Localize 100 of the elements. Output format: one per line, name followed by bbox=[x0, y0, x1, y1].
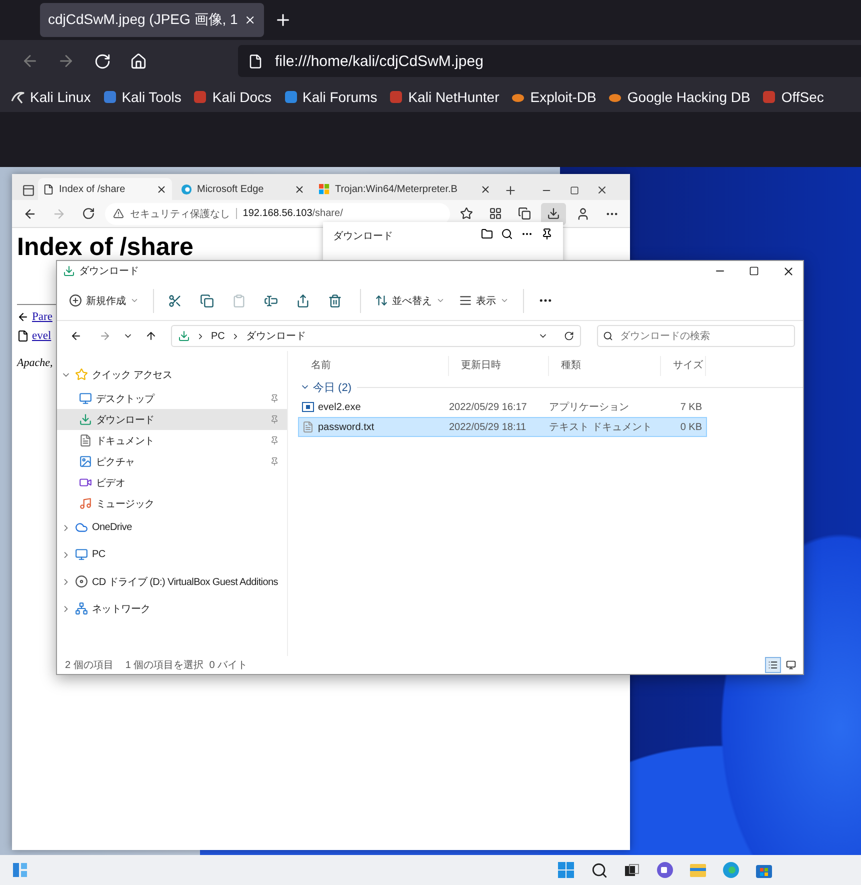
reload-icon bbox=[82, 207, 95, 220]
picture-icon bbox=[79, 455, 92, 468]
file-link[interactable]: Pare bbox=[32, 311, 52, 323]
breadcrumb-item[interactable]: PC bbox=[211, 330, 225, 342]
address-bar[interactable]: セキュリティ保護なし 192.168.56.103/share/ bbox=[104, 202, 450, 224]
favicon-icon bbox=[388, 89, 404, 105]
search-icon[interactable] bbox=[501, 228, 513, 240]
bookmark-link[interactable]: Kali Tools bbox=[102, 89, 182, 105]
size-cell-text: 0 KB bbox=[679, 422, 703, 432]
home-icon bbox=[130, 52, 146, 70]
tree-item[interactable]: PC bbox=[57, 541, 287, 568]
browser-tab[interactable]: Trojan:Win64/Meterpreter.B bbox=[314, 178, 496, 200]
status-text: 1 個の項目を選択 0 バイト bbox=[125, 659, 248, 672]
column-header[interactable]: 更新日時 bbox=[449, 356, 549, 376]
download-icon bbox=[547, 207, 560, 220]
group-header[interactable]: 今日 (2) bbox=[298, 380, 354, 394]
window-icon bbox=[302, 402, 314, 412]
browser-tab[interactable]: Index of /share bbox=[38, 178, 172, 200]
swirl-logo-icon bbox=[722, 861, 740, 879]
column-header[interactable]: 種類 bbox=[549, 356, 661, 376]
tree-item[interactable]: OneDrive bbox=[57, 514, 287, 541]
pin-icon bbox=[270, 415, 279, 424]
bookmark-link[interactable]: Kali Docs bbox=[192, 89, 272, 105]
scissors-icon bbox=[168, 294, 182, 308]
tree-item[interactable]: ミュージック bbox=[57, 493, 287, 514]
server-signature: Apache, bbox=[17, 357, 53, 369]
download-icon bbox=[79, 413, 92, 426]
monitor-icon bbox=[786, 660, 796, 670]
file-icon bbox=[17, 330, 29, 342]
download-icon bbox=[178, 330, 190, 342]
close-icon[interactable] bbox=[156, 184, 167, 194]
list-icon bbox=[768, 660, 778, 670]
bookmark-link[interactable]: Kali NetHunter bbox=[388, 89, 500, 105]
caret-icon bbox=[500, 296, 509, 305]
column-header[interactable]: サイズ bbox=[661, 356, 706, 376]
tree-item[interactable]: クイック アクセス bbox=[57, 361, 287, 388]
tree-item[interactable]: ネットワーク bbox=[57, 595, 287, 622]
squares-logo-icon bbox=[319, 184, 330, 194]
page-icon bbox=[43, 184, 54, 194]
new-button[interactable]: 新規作成 bbox=[63, 286, 145, 314]
search-icon bbox=[603, 331, 613, 341]
browser-tab[interactable]: cdjCdSwM.jpeg (JPEG 画像, 1 bbox=[40, 3, 264, 37]
type-cell-text: テキスト ドキュメント bbox=[549, 421, 653, 434]
bookmark-link[interactable]: Kali Linux bbox=[10, 89, 91, 105]
search-icon bbox=[590, 862, 608, 878]
details-view-button[interactable] bbox=[765, 657, 781, 673]
sort-button[interactable]: 並べ替え bbox=[369, 286, 451, 314]
pin-icon bbox=[270, 457, 279, 466]
tree-item[interactable]: ダウンロード bbox=[57, 409, 287, 430]
security-label: セキュリティ保護なし bbox=[130, 208, 230, 220]
size-cell-text: 7 KB bbox=[679, 402, 703, 412]
folder-icon[interactable] bbox=[481, 228, 493, 240]
favicon-icon bbox=[282, 89, 299, 105]
grid-icon bbox=[489, 207, 502, 220]
bookmark-link[interactable]: Exploit-DB bbox=[510, 89, 596, 105]
close-icon[interactable] bbox=[294, 184, 305, 194]
bookmark-link[interactable]: Google Hacking DB bbox=[607, 89, 750, 105]
tree-item[interactable]: ピクチャ bbox=[57, 451, 287, 472]
music-icon bbox=[79, 497, 92, 510]
column-header[interactable]: 名前 bbox=[299, 356, 449, 376]
search-field[interactable]: ダウンロードの検索 bbox=[597, 325, 795, 347]
file-name: password.txt bbox=[318, 422, 374, 432]
tree-item[interactable]: デスクトップ bbox=[57, 388, 287, 409]
address-bar[interactable]: file:///home/kali/cdjCdSwM.jpeg bbox=[238, 45, 861, 77]
arrow-left-icon bbox=[17, 311, 29, 323]
tree-item[interactable]: ビデオ bbox=[57, 472, 287, 493]
up-down-arrows-icon bbox=[375, 294, 388, 307]
panel-title: ダウンロード bbox=[333, 230, 394, 244]
bookmark-link[interactable]: OffSec bbox=[761, 89, 824, 105]
pin-icon[interactable] bbox=[541, 228, 553, 240]
document-icon bbox=[302, 421, 314, 433]
cloud-icon bbox=[75, 521, 88, 534]
pin-icon bbox=[270, 394, 279, 403]
breadcrumb-item[interactable]: ダウンロード bbox=[246, 329, 306, 343]
caret-icon bbox=[130, 296, 139, 305]
copy-icon bbox=[200, 294, 214, 308]
file-link[interactable]: evel bbox=[32, 330, 52, 342]
type-cell-text: アプリケーション bbox=[549, 400, 630, 414]
trash-icon bbox=[328, 294, 342, 308]
chevron-right-icon bbox=[196, 332, 205, 340]
page-heading: Index of /share bbox=[17, 234, 194, 260]
breadcrumb-bar[interactable]: PC ダウンロード bbox=[171, 325, 581, 347]
refresh-icon[interactable] bbox=[564, 331, 574, 341]
file-row[interactable]: evel2.exe 2022/05/29 16:17 アプリケーション 7 KB bbox=[298, 397, 707, 417]
new-tab-icon[interactable] bbox=[274, 11, 292, 29]
browser-tab[interactable]: Microsoft Edge bbox=[176, 178, 310, 200]
close-icon[interactable] bbox=[480, 184, 491, 194]
swirl-logo-icon bbox=[181, 184, 192, 194]
page-icon bbox=[248, 54, 263, 68]
file-row[interactable]: password.txt 2022/05/29 18:11 テキスト ドキュメント 0 KB bbox=[298, 417, 707, 437]
status-text: 2 個の項目 bbox=[65, 659, 114, 672]
bookmark-link[interactable]: Kali Forums bbox=[282, 89, 378, 105]
video-icon bbox=[79, 476, 92, 489]
file-name: evel2.exe bbox=[318, 402, 361, 412]
tree-item[interactable]: CD ドライブ (D:) VirtualBox Guest Additions bbox=[57, 568, 287, 595]
document-icon bbox=[79, 434, 92, 447]
downloads-button[interactable] bbox=[541, 202, 566, 224]
tree-item[interactable]: ドキュメント bbox=[57, 430, 287, 451]
view-button[interactable]: 表示 bbox=[453, 286, 515, 314]
lines-icon bbox=[459, 294, 472, 307]
